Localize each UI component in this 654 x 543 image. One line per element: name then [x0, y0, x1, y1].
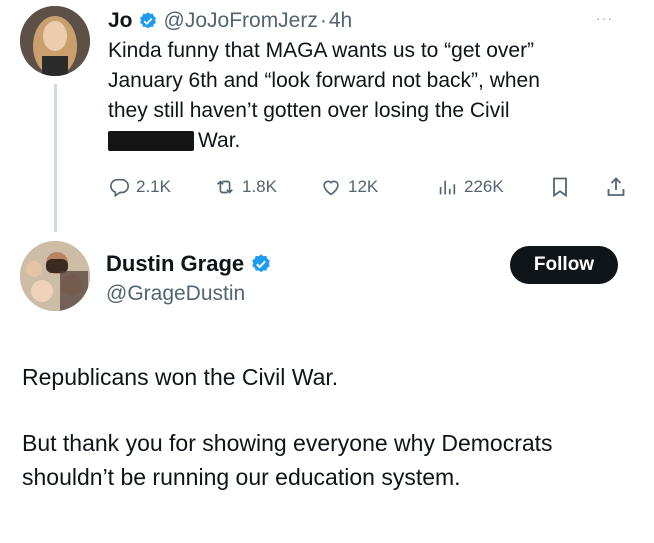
author-name-row: Dustin Grage	[106, 251, 278, 277]
tweet-text: Kinda funny that MAGA wants us to “get o…	[108, 36, 638, 156]
bookmark-icon	[553, 177, 567, 198]
share-button[interactable]	[604, 175, 628, 204]
avatar[interactable]	[20, 6, 90, 76]
follow-button[interactable]: Follow	[510, 246, 618, 284]
views-button[interactable]: 226K	[436, 176, 504, 198]
tweet-text-line: War.	[198, 129, 241, 152]
author-handle[interactable]: @JoJoFromJerz	[164, 9, 318, 33]
tweet-text-line: they still haven’t gotten over losing th…	[108, 99, 510, 122]
verified-badge-icon	[138, 11, 158, 31]
heart-icon	[323, 180, 339, 196]
tweet-text-line: January 6th and “look forward not back”,…	[108, 69, 540, 92]
reply-button[interactable]: 2.1K	[108, 176, 171, 198]
avatar-image	[20, 6, 90, 76]
reply-count: 2.1K	[136, 177, 171, 196]
timestamp[interactable]: 4h	[329, 9, 352, 33]
view-count: 226K	[464, 177, 504, 196]
reply-icon	[110, 178, 129, 198]
thread-connector-line	[54, 84, 57, 232]
author-handle[interactable]: @GrageDustin	[106, 282, 245, 306]
avatar[interactable]	[20, 241, 90, 311]
like-button[interactable]: 12K	[320, 176, 378, 198]
tweet-text: Republicans won the Civil War. But thank…	[22, 360, 632, 526]
more-options-icon[interactable]: ···	[596, 10, 613, 26]
tweet-text-line-last: War.	[108, 126, 638, 156]
share-icon	[607, 177, 625, 196]
repost-icon	[217, 180, 233, 194]
tweet-header: Jo @JoJoFromJerz · 4h	[108, 6, 352, 36]
tweet-paragraph: Republicans won the Civil War.	[22, 364, 339, 390]
separator-dot: ·	[319, 9, 327, 32]
avatar-image	[20, 241, 90, 311]
tweet-actions: 2.1K 1.8K 12K 226K	[108, 173, 638, 201]
repost-button[interactable]: 1.8K	[214, 176, 277, 198]
author-name[interactable]: Jo	[108, 9, 133, 33]
author-name[interactable]: Dustin Grage	[106, 251, 244, 277]
verified-badge-icon	[250, 253, 272, 275]
analytics-icon	[439, 180, 456, 195]
repost-count: 1.8K	[242, 177, 277, 196]
redaction-bar	[108, 131, 194, 151]
tweet-paragraph: But thank you for showing everyone why D…	[22, 430, 553, 490]
like-count: 12K	[348, 177, 379, 196]
tweet-text-line: Kinda funny that MAGA wants us to “get o…	[108, 39, 535, 62]
bookmark-button[interactable]	[548, 175, 572, 204]
